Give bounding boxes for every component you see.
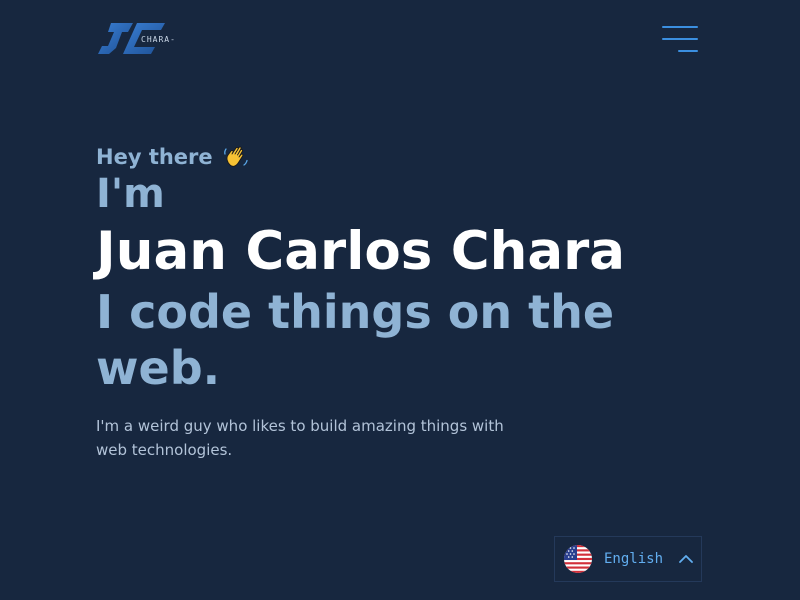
menu-line [662, 38, 698, 40]
language-selector[interactable]: English [554, 536, 702, 582]
waving-hand-icon [223, 146, 248, 167]
us-flag-icon [564, 545, 592, 573]
language-label: English [604, 551, 664, 567]
intro-text: I'm [96, 171, 165, 217]
greeting: Hey there [96, 140, 716, 174]
menu-button[interactable] [662, 26, 698, 54]
greeting-text: Hey there [96, 145, 213, 169]
page: CHARA- Hey there I'm Juan Carlos Chara I… [0, 0, 800, 600]
menu-line [662, 26, 698, 28]
hero-section: Hey there I'm Juan Carlos Chara I code t… [96, 140, 716, 462]
logo-text: CHARA- [141, 35, 176, 44]
chevron-up-icon [679, 555, 693, 563]
description: I'm a weird guy who likes to build amazi… [96, 417, 504, 459]
menu-line [678, 50, 698, 52]
page-title: Juan Carlos Chara [96, 221, 626, 282]
site-logo[interactable]: CHARA- [97, 20, 187, 58]
tagline: I code things on the web. [96, 285, 615, 395]
